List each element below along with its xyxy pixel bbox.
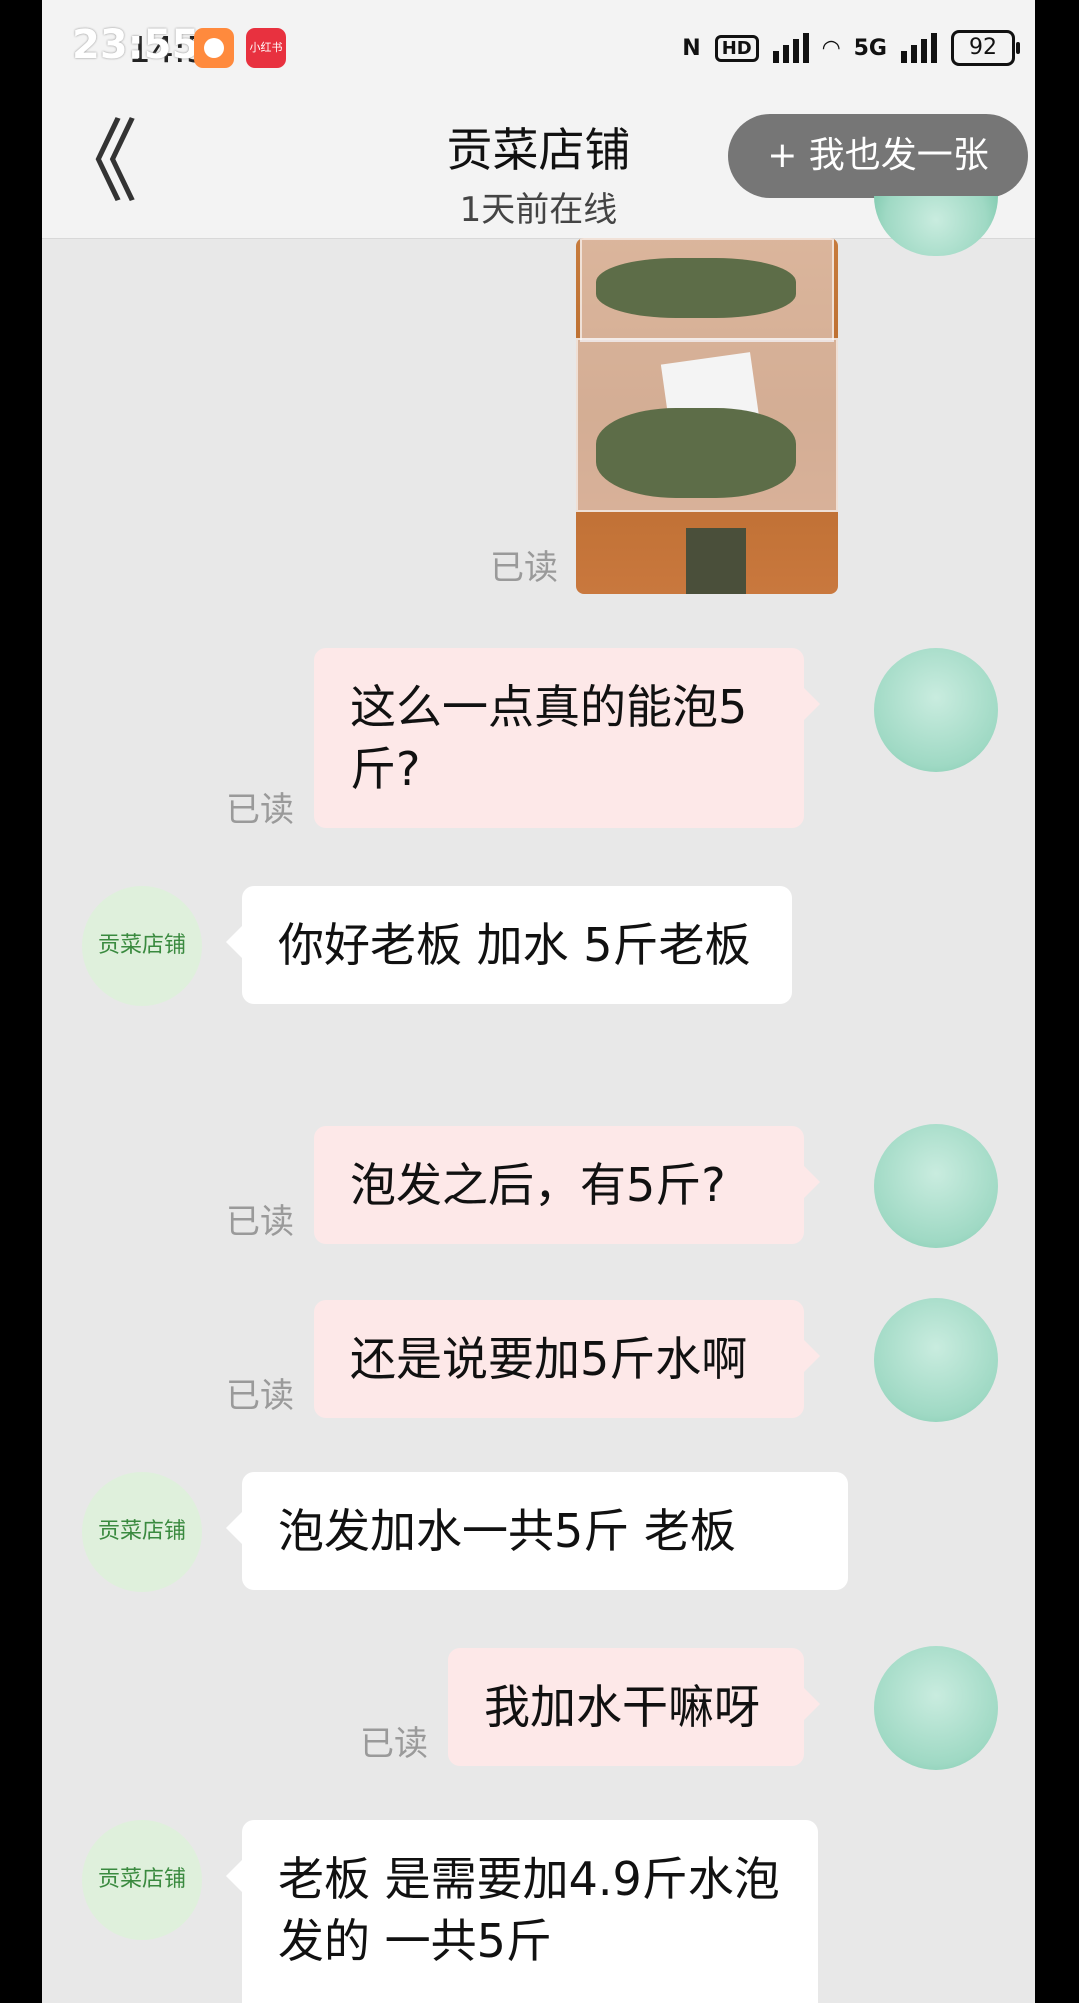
strap-shape xyxy=(686,528,746,594)
read-receipt: 已读 xyxy=(226,1376,294,1416)
nfc-icon: N xyxy=(682,35,701,61)
product-photo[interactable] xyxy=(576,238,838,594)
chat-screen: 14:5 23:55 小红书 N HD ◠ 5G 92 《 贡菜店铺 1天前在线… xyxy=(42,0,1035,2003)
herb-shape xyxy=(596,408,796,498)
my-avatar[interactable] xyxy=(874,1646,998,1770)
xiaohongshu-notification-icon: 小红书 xyxy=(246,28,286,68)
post-too-button[interactable]: + 我也发一张 xyxy=(728,114,1028,198)
herb-shape xyxy=(596,258,796,318)
my-avatar[interactable] xyxy=(874,1298,998,1422)
battery-icon: 92 xyxy=(951,30,1020,66)
shop-message-bubble[interactable]: 老板 是需要加4.9斤水泡发的 一共5斤 xyxy=(226,1820,818,2003)
my-message-bubble[interactable]: 还是说要加5斤水啊 xyxy=(314,1300,820,1418)
shop-avatar[interactable]: 贡菜店铺 xyxy=(82,1472,202,1592)
hd-icon: HD xyxy=(714,34,759,62)
network-type: 5G xyxy=(853,35,887,61)
shop-avatar[interactable]: 贡菜店铺 xyxy=(82,1820,202,1940)
my-message-bubble[interactable]: 我加水干嘛呀 xyxy=(448,1648,820,1766)
read-receipt: 已读 xyxy=(226,790,294,830)
shop-message-bubble[interactable]: 泡发加水一共5斤 老板 xyxy=(226,1472,848,1590)
status-time: 23:55 xyxy=(72,22,200,68)
system-icons: N HD ◠ 5G 92 xyxy=(682,28,1020,68)
signal-icon xyxy=(772,33,809,63)
read-receipt: 已读 xyxy=(360,1724,428,1764)
shop-avatar[interactable]: 贡菜店铺 xyxy=(82,886,202,1006)
my-avatar[interactable] xyxy=(874,196,998,256)
signal-icon-2 xyxy=(901,33,937,63)
shop-message-bubble[interactable]: 你好老板 加水 5斤老板 xyxy=(226,886,792,1004)
my-avatar[interactable] xyxy=(874,648,998,772)
status-bar: 14:5 23:55 小红书 N HD ◠ 5G 92 xyxy=(42,0,1035,100)
wifi-icon: ◠ xyxy=(822,35,840,61)
my-message-bubble[interactable]: 这么一点真的能泡5斤? xyxy=(314,648,820,828)
my-avatar[interactable] xyxy=(874,1124,998,1248)
read-receipt: 已读 xyxy=(226,1202,294,1242)
read-receipt: 已读 xyxy=(490,548,558,588)
app-notification-icon xyxy=(194,28,234,68)
my-message-bubble[interactable]: 泡发之后，有5斤? xyxy=(314,1126,820,1244)
